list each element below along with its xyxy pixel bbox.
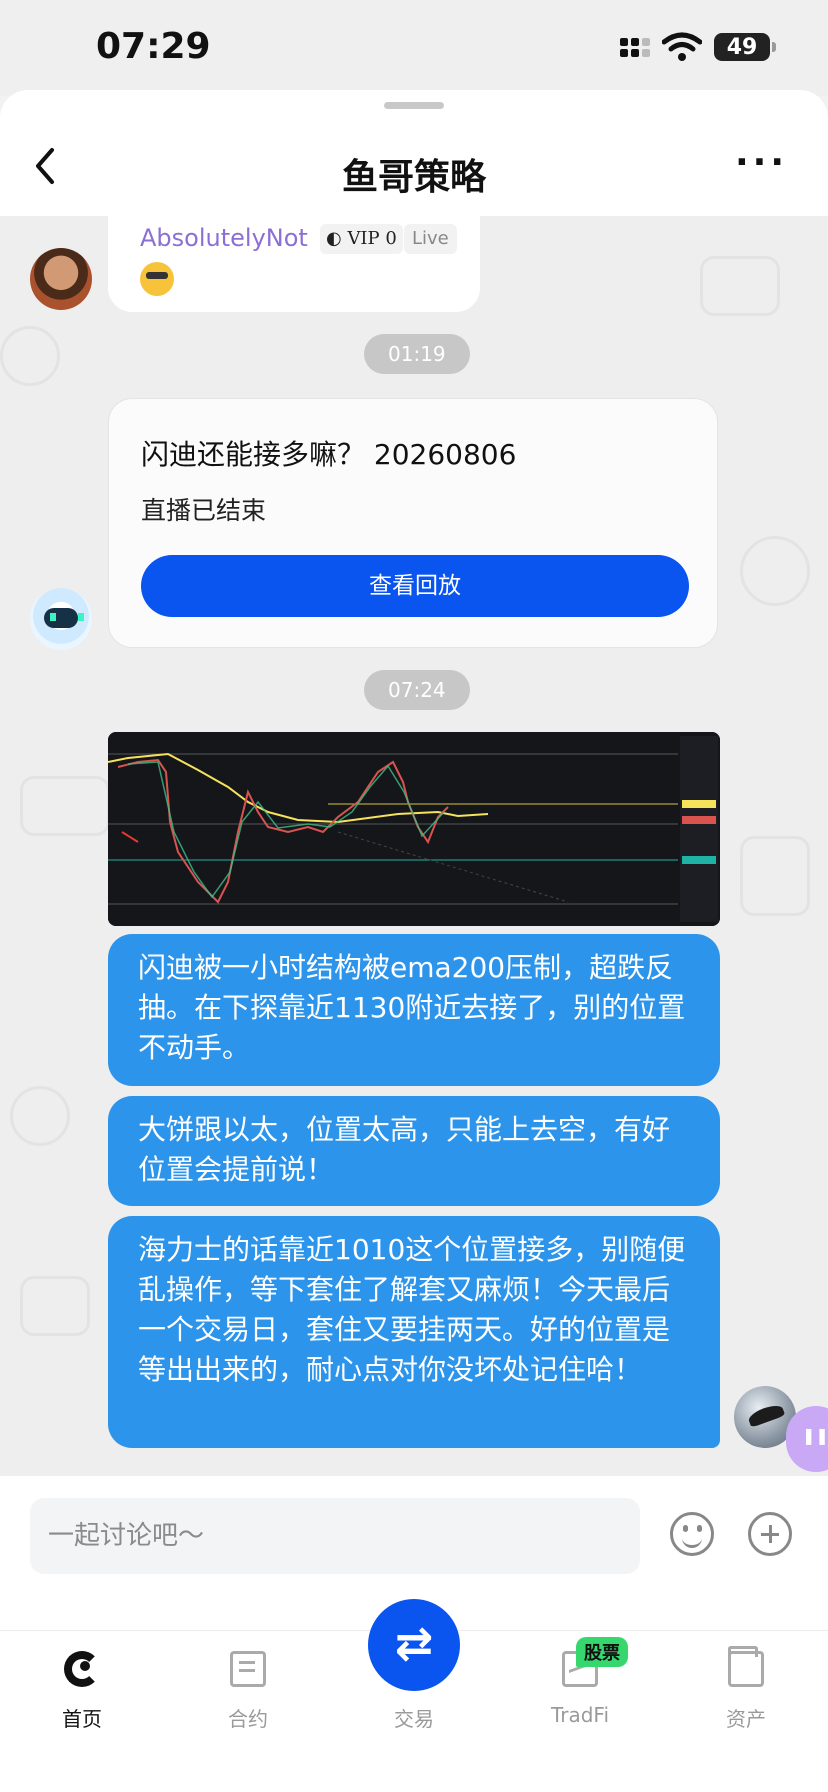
cellular-signal-icon	[620, 37, 650, 57]
tab-label: TradFi	[550, 1703, 610, 1727]
status-time: 07:29	[96, 26, 211, 67]
sheet-grabber[interactable]	[384, 102, 444, 109]
outgoing-message[interactable]: 海力士的话靠近1010这个位置接多，别随便乱操作，等下套住了解套又麻烦！今天最后…	[108, 1216, 720, 1448]
outgoing-message[interactable]: 闪迪被一小时结构被ema200压制，超跌反抽。在下探靠近1130附近去接了，别的…	[108, 934, 720, 1086]
tab-label: 资产	[726, 1707, 766, 1731]
tab-contract[interactable]: 合约	[188, 1631, 308, 1751]
emoji-icon[interactable]	[670, 1512, 714, 1556]
background-doodle	[740, 836, 810, 916]
wallet-icon	[728, 1646, 764, 1687]
background-doodle	[20, 776, 110, 836]
bottom-tab-bar: 首页 合约 交易 ⇄ 股票 TradFi 资产	[0, 1599, 828, 1792]
tab-tradfi[interactable]: 股票 TradFi	[520, 1631, 640, 1751]
tab-label: 交易	[394, 1707, 434, 1731]
timestamp-pill: 07:24	[364, 670, 470, 710]
message-input[interactable]	[30, 1498, 640, 1574]
stock-badge: 股票	[576, 1637, 628, 1667]
page-header: 鱼哥策略 ···	[0, 90, 828, 216]
app-screen: 07:29 49 鱼哥策略 ··· AbsolutelyNot ◐ VIP 0 …	[0, 0, 828, 1792]
status-icons: 49	[620, 32, 776, 62]
status-bar: 07:29 49	[0, 0, 828, 96]
background-doodle	[0, 326, 60, 386]
vip-badge: ◐ VIP 0	[320, 224, 403, 254]
live-badge: Live	[404, 224, 457, 254]
more-options-button[interactable]: ···	[735, 142, 788, 183]
wifi-icon	[662, 32, 702, 61]
background-doodle	[10, 1086, 70, 1146]
user-message-bubble: AbsolutelyNot ◐ VIP 0 Live	[108, 216, 480, 312]
page-title: 鱼哥策略	[341, 157, 486, 198]
tab-label: 合约	[228, 1707, 268, 1731]
background-doodle	[700, 256, 780, 316]
tab-assets[interactable]: 资产	[686, 1631, 806, 1751]
bot-avatar[interactable]	[30, 588, 92, 650]
user-name[interactable]: AbsolutelyNot	[140, 224, 308, 252]
view-replay-button[interactable]: 查看回放	[141, 555, 689, 617]
background-doodle	[740, 536, 810, 606]
sunglasses-emoji-icon	[140, 262, 174, 296]
chart-screenshot-image[interactable]	[108, 732, 720, 926]
background-doodle	[20, 1276, 90, 1336]
user-avatar[interactable]	[30, 248, 92, 310]
tab-home[interactable]: 首页	[22, 1631, 142, 1751]
add-attachment-icon[interactable]	[748, 1512, 792, 1556]
battery-icon: 49	[714, 33, 776, 61]
chat-area[interactable]: AbsolutelyNot ◐ VIP 0 Live 01:19 闪迪还能接多嘛…	[0, 216, 828, 1476]
swap-icon[interactable]: ⇄	[368, 1599, 460, 1691]
candlestick-chart-graphic	[108, 732, 720, 926]
live-card-title: 闪迪还能接多嘛？ 20260806	[141, 438, 517, 471]
live-stream-card: 闪迪还能接多嘛？ 20260806 直播已结束 查看回放	[108, 398, 718, 648]
timestamp-pill: 01:19	[364, 334, 470, 374]
outgoing-message[interactable]: 大饼跟以太，位置太高，只能上去空，有好位置会提前说！	[108, 1096, 720, 1206]
contract-icon	[230, 1651, 266, 1687]
home-icon	[64, 1651, 100, 1687]
tab-label: 首页	[62, 1707, 102, 1731]
live-card-status: 直播已结束	[141, 496, 267, 525]
floating-assistant-button[interactable]	[786, 1406, 828, 1472]
